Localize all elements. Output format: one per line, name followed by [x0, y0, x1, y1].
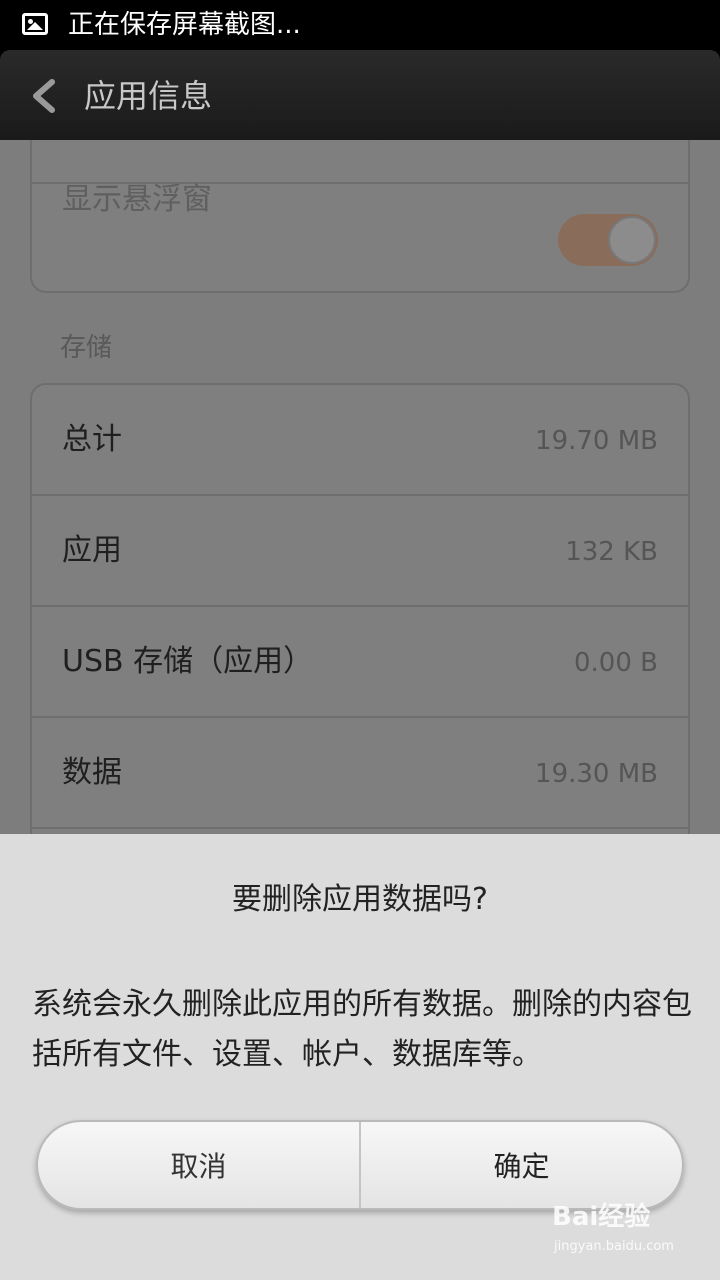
row-label: 总计 — [62, 422, 122, 457]
storage-row-total: 总计 19.70 MB — [32, 385, 688, 496]
row-value: 0.00 B — [574, 648, 658, 678]
status-bar: 正在保存屏幕截图... — [0, 0, 720, 50]
float-window-toggle[interactable] — [558, 214, 658, 266]
row-label: 数据 — [62, 755, 122, 790]
dialog-title: 要删除应用数据吗? — [232, 882, 488, 917]
toggle-knob — [608, 216, 656, 264]
row-label: USB 存储（应用） — [62, 644, 314, 679]
screenshot-icon — [22, 13, 48, 35]
title-bar: 应用信息 — [0, 50, 720, 140]
permissions-card: 显示悬浮窗 — [30, 140, 690, 293]
row-value: 19.70 MB — [535, 426, 658, 456]
float-window-label: 显示悬浮窗 — [62, 182, 212, 217]
back-arrow-icon[interactable] — [28, 78, 62, 114]
row-label: 应用 — [62, 533, 122, 568]
storage-card: 总计 19.70 MB 应用 132 KB USB 存储（应用） 0.00 B … — [30, 383, 690, 834]
app-info-content: 显示悬浮窗 存储 总计 19.70 MB 应用 132 KB USB 存储（应用… — [0, 140, 720, 834]
status-text: 正在保存屏幕截图... — [68, 10, 301, 40]
storage-row-app: 应用 132 KB — [32, 496, 688, 607]
cancel-button[interactable]: 取消 — [38, 1122, 359, 1208]
dialog-button-group: 取消 确定 — [36, 1120, 684, 1210]
row-value: 19.30 MB — [535, 759, 658, 789]
watermark-brand: Bai经验 — [552, 1202, 651, 1232]
storage-row-usb: USB 存储（应用） 0.00 B — [32, 607, 688, 718]
storage-section-label: 存储 — [60, 333, 113, 363]
storage-row-data: 数据 19.30 MB — [32, 718, 688, 829]
page-title: 应用信息 — [84, 77, 213, 115]
confirm-button[interactable]: 确定 — [361, 1122, 682, 1208]
baidu-jingyan-watermark: Bai经验 jingyan.baidu.com — [552, 1200, 712, 1270]
divider — [32, 827, 688, 829]
dialog-message: 系统会永久删除此应用的所有数据。删除的内容包括所有文件、设置、帐户、数据库等。 — [32, 987, 692, 1072]
watermark-url: jingyan.baidu.com — [554, 1239, 674, 1254]
row-value: 132 KB — [565, 537, 658, 567]
